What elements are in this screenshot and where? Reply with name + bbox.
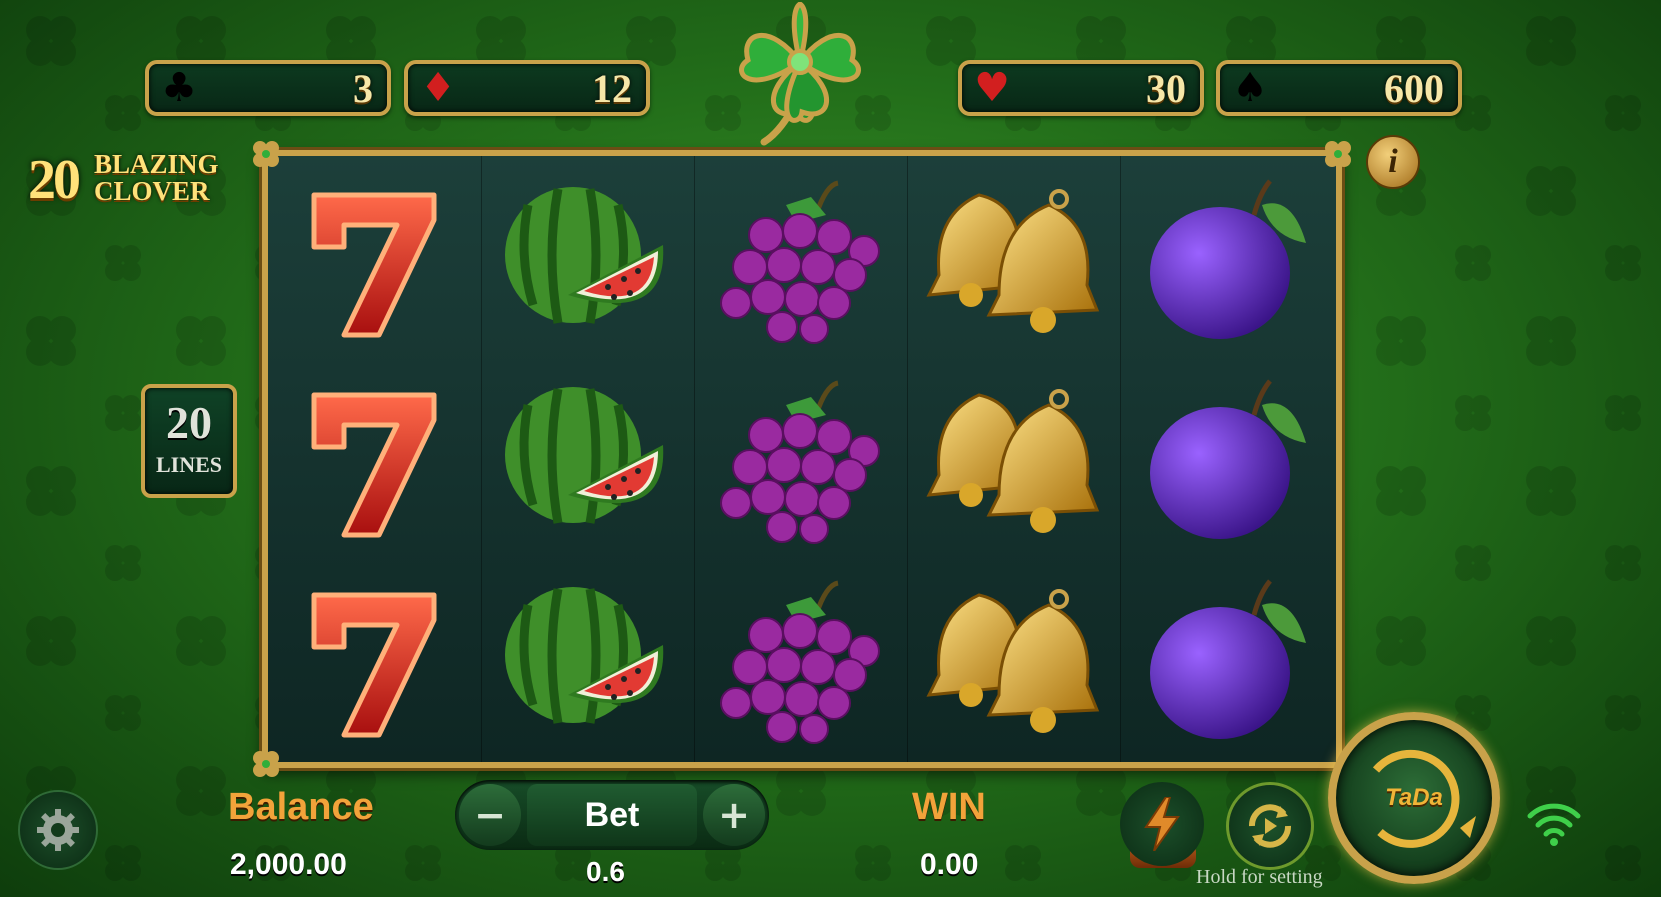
gear-icon bbox=[37, 809, 79, 851]
symbol-seven bbox=[268, 360, 480, 560]
balance-value: 2,000.00 bbox=[230, 848, 347, 881]
symbol-bells bbox=[908, 160, 1120, 360]
symbol-bells bbox=[908, 360, 1120, 560]
reel-2 bbox=[481, 156, 694, 762]
corner-ornament-bottom-left bbox=[253, 751, 279, 777]
suit-panel-heart: ♥ 30 bbox=[958, 60, 1204, 116]
reel-3 bbox=[694, 156, 907, 762]
bet-decrease-button[interactable]: − bbox=[459, 784, 521, 846]
bet-increase-button[interactable]: + bbox=[703, 784, 765, 846]
win-label: WIN bbox=[912, 786, 986, 828]
suit-panel-diamond: ♦ 12 bbox=[404, 60, 650, 116]
reel-5 bbox=[1120, 156, 1333, 762]
heart-icon: ♥ bbox=[974, 65, 1010, 111]
suit-value-heart: 30 bbox=[1146, 65, 1186, 111]
symbol-watermelon bbox=[482, 160, 694, 360]
autoplay-button[interactable] bbox=[1226, 782, 1314, 870]
game-logo: 20 BLAZING CLOVER bbox=[28, 148, 238, 211]
spade-icon: ♠ bbox=[1232, 65, 1268, 111]
logo-number: 20 bbox=[28, 149, 81, 211]
suit-value-diamond: 12 bbox=[592, 65, 632, 111]
clover-emblem bbox=[739, 2, 861, 146]
paylines-count: 20 bbox=[166, 397, 212, 448]
suit-value-spade: 600 bbox=[1384, 65, 1444, 111]
bet-label: Bet bbox=[527, 784, 697, 846]
spin-label: TaDa bbox=[1385, 784, 1443, 811]
symbol-seven bbox=[268, 160, 480, 360]
symbol-seven bbox=[268, 560, 480, 760]
symbol-bells bbox=[908, 560, 1120, 760]
symbol-grapes bbox=[695, 360, 907, 560]
symbol-grapes bbox=[695, 160, 907, 360]
info-button[interactable]: i bbox=[1366, 135, 1420, 189]
diamond-icon: ♦ bbox=[420, 65, 456, 111]
autoplay-icon bbox=[1249, 804, 1291, 848]
reel-4 bbox=[907, 156, 1120, 762]
spin-button[interactable]: TaDa bbox=[1328, 712, 1500, 884]
corner-ornament-top-right bbox=[1325, 141, 1351, 167]
symbol-plum bbox=[1121, 160, 1333, 360]
suit-value-club: 3 bbox=[353, 65, 373, 111]
info-icon: i bbox=[1388, 143, 1398, 180]
paylines-label: LINES bbox=[155, 452, 223, 477]
settings-button[interactable] bbox=[18, 790, 98, 870]
suit-panel-club: ♣ 3 bbox=[145, 60, 391, 116]
symbol-watermelon bbox=[482, 360, 694, 560]
suit-panel-spade: ♠ 600 bbox=[1216, 60, 1462, 116]
hold-for-setting-hint: Hold for setting bbox=[1196, 866, 1323, 888]
symbol-grapes bbox=[695, 560, 907, 760]
lightning-icon bbox=[1144, 797, 1180, 851]
bet-control: − Bet + bbox=[455, 780, 769, 850]
win-value: 0.00 bbox=[920, 848, 979, 881]
reel-1 bbox=[268, 156, 480, 762]
wifi-icon bbox=[1527, 803, 1581, 846]
corner-ornament-top-left bbox=[253, 141, 279, 167]
logo-line-2: CLOVER bbox=[94, 176, 210, 206]
symbol-watermelon bbox=[482, 560, 694, 760]
logo-line-1: BLAZING bbox=[94, 149, 219, 179]
turbo-button[interactable] bbox=[1120, 782, 1204, 866]
club-icon: ♣ bbox=[161, 65, 197, 111]
bet-value: 0.6 bbox=[586, 856, 625, 887]
reel-grid bbox=[262, 150, 1342, 768]
balance-label: Balance bbox=[228, 786, 374, 828]
symbol-plum bbox=[1121, 360, 1333, 560]
paylines-badge: 20 LINES bbox=[141, 384, 237, 498]
symbol-plum bbox=[1121, 560, 1333, 760]
